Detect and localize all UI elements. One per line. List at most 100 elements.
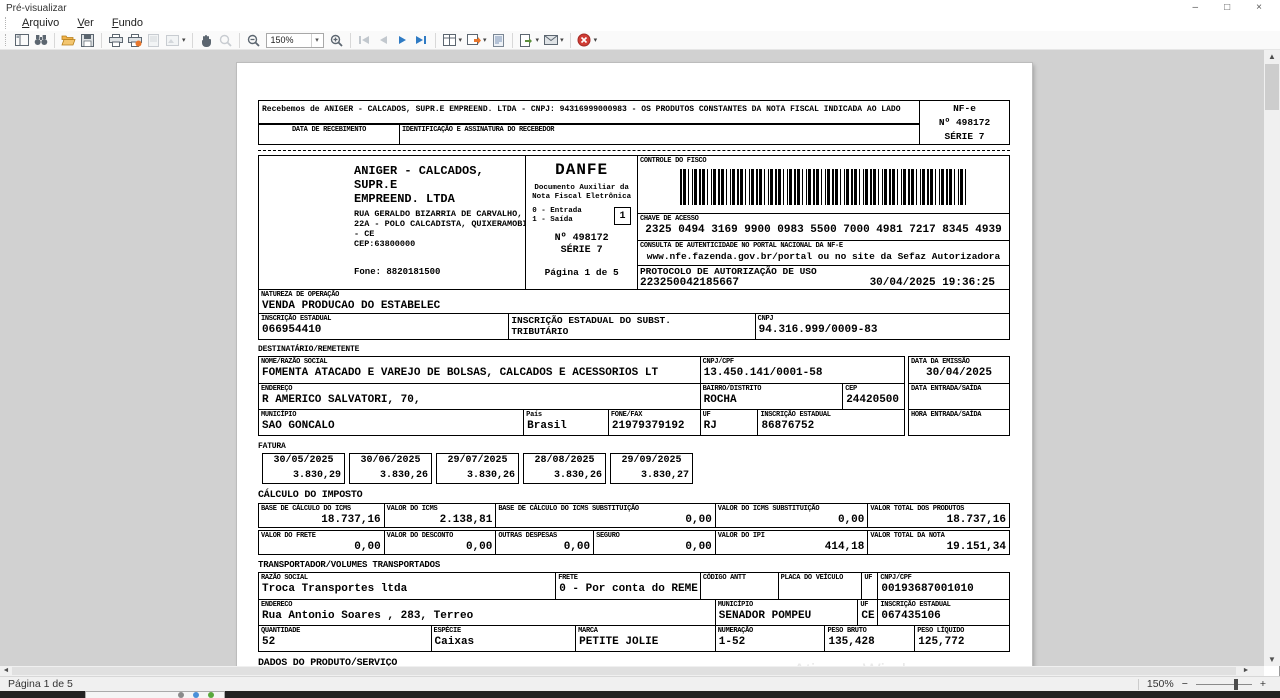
layout-grid-icon [443,34,456,46]
horizontal-scroll-thumb[interactable] [12,667,1236,675]
magnifier-minus-icon [247,34,260,47]
zoom-tool-button[interactable] [216,32,235,49]
dest-bairro-label: BAIRRO/DISTRITO [701,384,843,393]
magnifier-plus-icon [330,34,343,47]
menu-ver[interactable]: Ver [69,16,102,30]
dest-nome: FOMENTA ATACADO E VAREJO DE BOLSAS, CALC… [259,366,700,380]
emitente-fone: Fone: 8820181500 [354,267,440,277]
quick-print-button[interactable] [125,32,144,49]
dest-bairro: ROCHA [701,393,843,407]
dest-pais: Brasil [524,419,608,433]
transp-frete: 0 - Por conta do REME [556,582,700,596]
statusbar-zoom-level: 150% [1147,678,1174,690]
canhoto-serie: SÉRIE 7 [920,130,1009,144]
emitente-block: ANIGER - CALCADOS, SUPR.E EMPREEND. LTDA… [258,155,1010,290]
maximize-button[interactable]: □ [1224,2,1230,14]
taskbar-app-icon[interactable] [208,692,214,698]
zoom-slider[interactable] [1196,684,1252,685]
zoom-combobox[interactable]: 150% ▾ [266,33,324,48]
transp-placa [779,582,862,584]
ie-subst-label: INSCRIÇÃO ESTADUAL DO SUBST. TRIBUTÁRIO [509,314,754,337]
export-format-button[interactable] [464,32,483,49]
prev-page-icon [380,36,387,44]
page-layout-caret[interactable]: ▾ [459,32,463,49]
dest-pais-label: País [524,410,608,419]
export-page-icon [520,34,532,47]
page-layout-button[interactable] [440,32,459,49]
next-page-icon [399,36,406,44]
vertical-scroll-thumb[interactable] [1265,64,1279,110]
save-button[interactable] [78,32,97,49]
toolbar-grip [5,17,8,29]
taskbar-search-box[interactable] [85,691,225,698]
email-caret[interactable]: ▾ [560,32,564,49]
transportador-section-title: TRANSPORTADOR/VOLUMES TRANSPORTADOS [258,561,1010,570]
zoom-slider-thumb[interactable] [1234,679,1238,690]
transp-frete-label: FRETE [556,573,700,582]
zoom-combobox-caret[interactable]: ▾ [311,34,323,47]
zoom-out-button[interactable] [244,32,263,49]
taskbar-app-icon[interactable] [193,692,199,698]
export-button[interactable] [517,32,536,49]
pan-button[interactable] [197,32,216,49]
taskbar-app-icon[interactable] [178,692,184,698]
floppy-icon [81,34,94,47]
close-preview-caret[interactable]: ▾ [594,32,598,49]
email-button[interactable] [541,32,560,49]
transp-peso-liquido-label: PESO LÍQUIDO [915,626,1009,635]
first-page-button[interactable] [355,32,374,49]
menu-fundo[interactable]: Fundo [104,16,151,30]
document-icon [493,34,504,47]
last-page-button[interactable] [412,32,431,49]
vl-total-prod: 18.737,16 [868,513,1009,527]
export-format-caret[interactable]: ▾ [483,32,487,49]
scroll-left-icon[interactable]: ◄ [0,666,12,676]
transp-especie: Caixas [432,635,576,649]
menu-arquivo[interactable]: Arquivo [14,16,67,30]
vl-icms-st-label: VALOR DO ICMS SUBSTITUIÇÃO [716,504,868,513]
scroll-right-icon[interactable]: ► [1240,666,1252,676]
zoom-slider-minus[interactable]: − [1182,678,1188,690]
find-button[interactable] [31,32,50,49]
windows-taskbar[interactable] [0,691,1280,698]
close-red-icon [577,33,591,47]
export-caret[interactable]: ▾ [536,32,540,49]
watermark-dropdown-caret[interactable]: ▾ [182,32,186,49]
protocolo-data: 30/04/2025 19:36:25 [870,277,995,289]
ie-label: INSCRIÇÃO ESTADUAL [259,314,508,323]
thumbnails-panel-button[interactable] [12,32,31,49]
prev-page-button[interactable] [374,32,393,49]
scroll-up-icon[interactable]: ▲ [1264,52,1280,61]
watermark-button[interactable] [163,32,182,49]
entrada-saida-label: DATA ENTRADA/SAÍDA [909,384,1009,393]
open-button[interactable] [59,32,78,49]
next-page-button[interactable] [393,32,412,49]
bc-icms-st: 0,00 [496,513,714,527]
page-setup-button[interactable] [144,32,163,49]
print-button[interactable] [106,32,125,49]
dest-nome-label: NOME/RAZÃO SOCIAL [259,357,700,366]
close-window-button[interactable]: × [1256,2,1262,14]
transp-cnpj-label: CNPJ/CPF [878,573,1009,582]
close-preview-button[interactable] [575,32,594,49]
zoom-slider-plus[interactable]: + [1260,678,1266,690]
dest-cnpj: 13.450.141/0001-58 [701,366,904,380]
zoom-in-button[interactable] [327,32,346,49]
scroll-down-icon[interactable]: ▼ [1264,655,1280,664]
toolbar-grip [5,34,8,46]
printer-icon [109,34,123,47]
danfe-pagina: Página 1 de 5 [545,267,619,278]
imposto-section-title: CÁLCULO DO IMPOSTO [258,490,1010,501]
document-properties-button[interactable] [489,32,508,49]
dest-ie-label: INSCRIÇÃO ESTADUAL [758,410,904,419]
seguro: 0,00 [594,540,715,554]
horizontal-scrollbar[interactable]: ◄ ► [0,666,1264,676]
vl-desconto: 0,00 [385,540,496,554]
canhoto-nfe: NF-e [920,102,1009,116]
transp-endereco-label: ENDERECO [259,600,715,609]
hora-entrada-label: HORA ENTRADA/SAÍDA [909,410,1009,419]
status-bar: Página 1 de 5 150% − + [0,676,1280,691]
vertical-scrollbar[interactable]: ▲ ▼ [1264,50,1280,666]
transp-uf2: CE [858,609,877,623]
minimize-button[interactable]: – [1193,2,1199,14]
